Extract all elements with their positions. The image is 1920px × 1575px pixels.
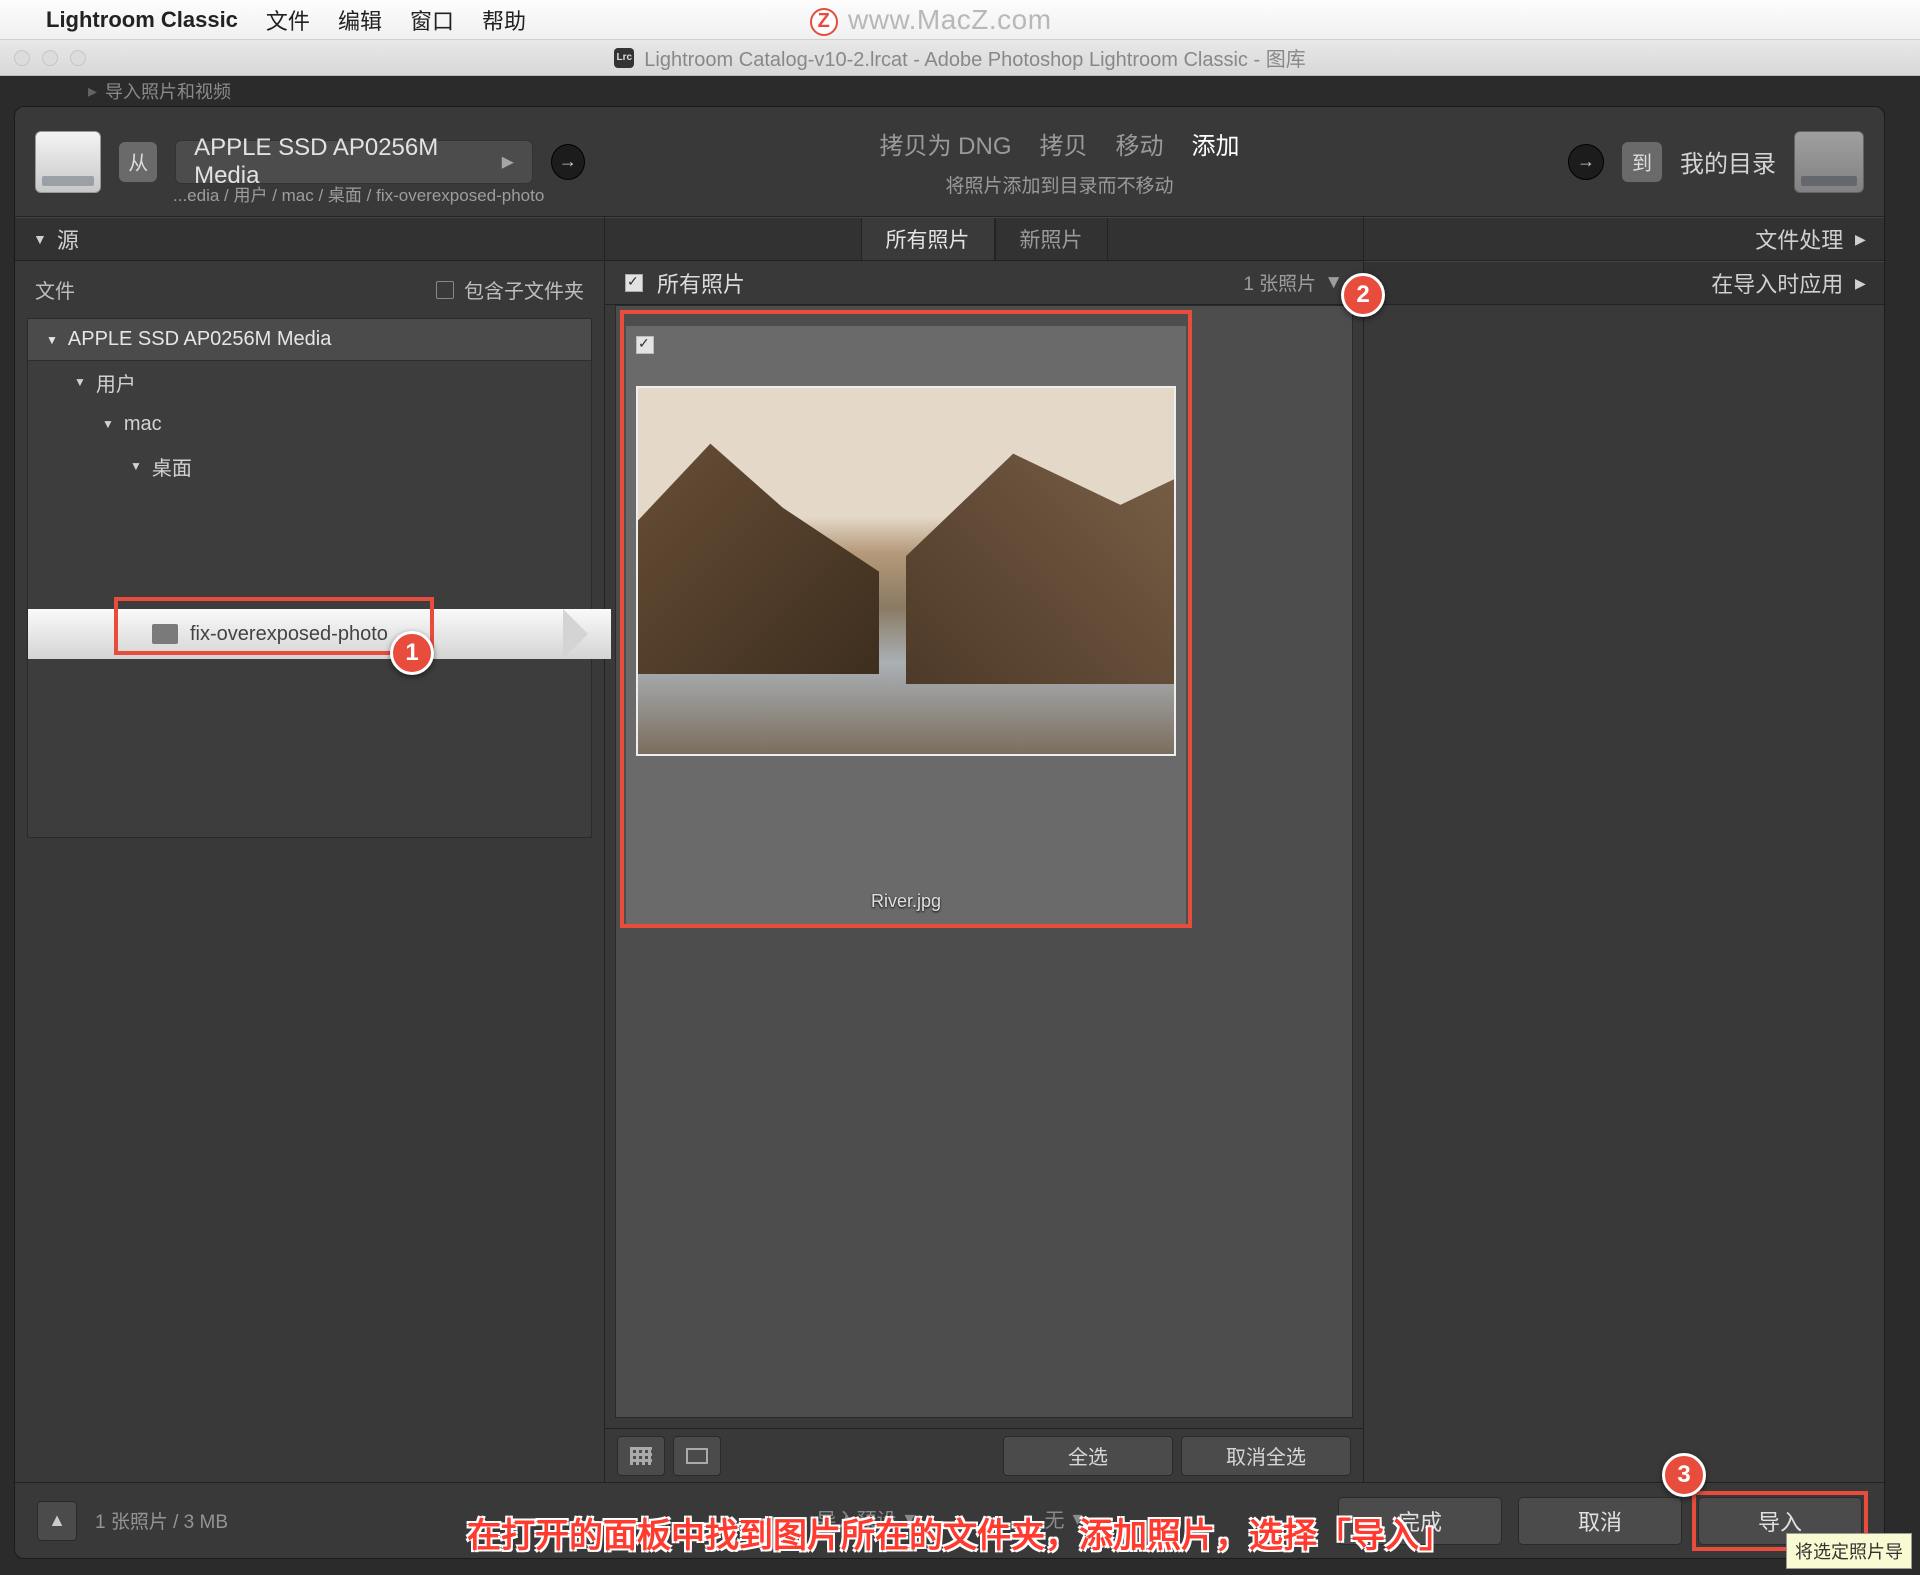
files-bar: 文件 包含子文件夹 (15, 261, 604, 318)
mode-copy[interactable]: 拷贝 (1040, 126, 1088, 161)
grid-toolbar: 全选 取消全选 (605, 1428, 1363, 1482)
tooltip: 将选定照片导 (1786, 1533, 1912, 1569)
tree-node[interactable]: ▼用户 (28, 361, 591, 403)
photo-count: 1 张照片 (1243, 269, 1316, 296)
menu-edit[interactable]: 编辑 (338, 4, 382, 36)
left-panel: ▼源 文件 包含子文件夹 ▼APPLE SSD AP0256M Media ▼用… (15, 217, 605, 1482)
drive-icon-dest (1794, 131, 1864, 193)
grid-view-button[interactable] (617, 1436, 665, 1476)
annotation-marker-1: 1 (390, 631, 434, 675)
check-all-checkbox[interactable] (625, 274, 643, 292)
dialog-body: ▼源 文件 包含子文件夹 ▼APPLE SSD AP0256M Media ▼用… (15, 217, 1884, 1482)
annotation-marker-3: 3 (1662, 1453, 1706, 1497)
loupe-view-button[interactable] (673, 1436, 721, 1476)
module-strip[interactable]: 导入照片和视频 (8, 76, 1912, 106)
mode-copy-dng[interactable]: 拷贝为 DNG (880, 126, 1012, 161)
include-subfolders-checkbox[interactable] (436, 281, 454, 299)
app-body: 导入照片和视频 从 APPLE SSD AP0256M Media▸ → ...… (0, 76, 1920, 1575)
from-badge: 从 (119, 142, 157, 182)
traffic-lights[interactable] (14, 50, 86, 66)
source-panel-header[interactable]: ▼源 (15, 217, 604, 261)
thumbnail-grid[interactable]: River.jpg (615, 305, 1353, 1418)
mode-move[interactable]: 移动 (1116, 126, 1164, 161)
annotation-caption: 在打开的面板中找到图片所在的文件夹，添加照片，选择「导入」 (467, 1508, 1453, 1557)
annotation-marker-2: 2 (1341, 273, 1385, 317)
tree-node[interactable]: ▼mac (28, 403, 591, 445)
loupe-icon (686, 1448, 708, 1464)
annotation-rect-2 (620, 310, 1192, 928)
to-badge: 到 (1622, 142, 1662, 182)
photo-tabs: 所有照片 新照片 (605, 217, 1363, 261)
breadcrumb: ...edia / 用户 / mac / 桌面 / fix-overexpose… (173, 181, 544, 206)
window-titlebar: Lrc Lightroom Catalog-v10-2.lrcat - Adob… (0, 40, 1920, 76)
cancel-button[interactable]: 取消 (1518, 1497, 1682, 1545)
app-icon: Lrc (614, 48, 634, 68)
mode-add[interactable]: 添加 (1192, 126, 1240, 161)
tree-root[interactable]: ▼APPLE SSD AP0256M Media (28, 319, 591, 361)
tree-node[interactable]: ▼桌面 (28, 445, 591, 487)
mode-subtitle: 将照片添加到目录而不移动 (945, 171, 1173, 198)
menu-file[interactable]: 文件 (266, 4, 310, 36)
source-select[interactable]: APPLE SSD AP0256M Media▸ (175, 140, 533, 184)
grid-icon (630, 1447, 652, 1465)
menu-help[interactable]: 帮助 (482, 4, 526, 36)
annotation-rect-1 (114, 597, 434, 655)
menu-window[interactable]: 窗口 (410, 4, 454, 36)
folder-tree[interactable]: ▼APPLE SSD AP0256M Media ▼用户 ▼mac ▼桌面 fi… (27, 318, 592, 838)
collapse-button[interactable]: ▲ (37, 1501, 77, 1541)
header-dest: → 到 我的目录 (1514, 107, 1884, 216)
import-dialog: 从 APPLE SSD AP0256M Media▸ → ...edia / 用… (14, 106, 1885, 1559)
footer-info: 1 张照片 / 3 MB (95, 1507, 228, 1534)
dialog-header: 从 APPLE SSD AP0256M Media▸ → ...edia / 用… (15, 107, 1884, 217)
files-label: 文件 (35, 275, 75, 304)
window-title-text: Lightroom Catalog-v10-2.lrcat - Adobe Ph… (644, 43, 1305, 72)
header-mode: 拷贝为 DNG 拷贝 移动 添加 将照片添加到目录而不移动 (605, 107, 1514, 216)
sort-caret-icon[interactable]: ▼ (1324, 272, 1343, 294)
watermark: Zwww.MacZ.com (810, 4, 1052, 36)
select-all-button[interactable]: 全选 (1003, 1436, 1173, 1476)
right-panel: 文件处理◀ 在导入时应用◀ (1364, 217, 1884, 1482)
drive-icon (35, 131, 101, 193)
dest-label: 我的目录 (1680, 144, 1776, 179)
subbar: 所有照片 1 张照片▼ 2 (605, 261, 1363, 305)
subbar-title: 所有照片 (657, 267, 745, 299)
tab-new-photos[interactable]: 新照片 (995, 218, 1108, 260)
include-subfolders-label: 包含子文件夹 (464, 275, 584, 304)
arrow-right-icon[interactable]: → (551, 144, 585, 180)
apply-during-import-panel[interactable]: 在导入时应用◀ (1364, 261, 1884, 305)
deselect-all-button[interactable]: 取消全选 (1181, 1436, 1351, 1476)
arrow-right-icon-2[interactable]: → (1568, 144, 1604, 180)
menu-app[interactable]: Lightroom Classic (46, 7, 238, 33)
tab-all-photos[interactable]: 所有照片 (861, 218, 995, 260)
file-handling-panel[interactable]: 文件处理◀ (1364, 217, 1884, 261)
center-panel: 所有照片 新照片 所有照片 1 张照片▼ 2 River.jpg (605, 217, 1364, 1482)
